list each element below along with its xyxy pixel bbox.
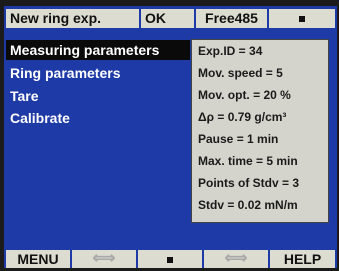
left-right-arrow-icon: ⟺ (92, 250, 116, 267)
stop-softkey[interactable] (138, 250, 202, 268)
param-mov-speed: Mov. speed = 5 (198, 66, 283, 80)
menu-item-calibrate[interactable]: Calibrate (10, 108, 70, 128)
menu-item-ring-parameters[interactable]: Ring parameters (10, 63, 120, 83)
top-status-bar: New ring exp. OK Free485 (4, 6, 337, 30)
softkey-bar: MENU ⟺ ⟺ HELP (4, 250, 337, 268)
device-screen: New ring exp. OK Free485 Measuring param… (4, 6, 337, 268)
left-right-arrow-icon: ⟺ (224, 250, 248, 267)
parameters-panel: Exp.ID = 34 Mov. speed = 5 Mov. opt. = 2… (191, 39, 329, 223)
indicator-cell (269, 9, 335, 28)
param-exp-id: Exp.ID = 34 (198, 44, 263, 58)
left-softkey[interactable]: ⟺ (72, 250, 136, 268)
param-mov-opt: Mov. opt. = 20 % (198, 88, 291, 102)
square-icon (167, 257, 173, 264)
menu-item-measuring-parameters[interactable]: Measuring parameters (6, 40, 190, 60)
menu-softkey[interactable]: MENU (6, 250, 70, 268)
square-icon (299, 16, 305, 23)
menu-item-tare[interactable]: Tare (10, 86, 39, 106)
help-softkey[interactable]: HELP (270, 250, 335, 268)
status-ok: OK (141, 9, 194, 28)
param-max-time: Max. time = 5 min (198, 154, 298, 168)
param-pause: Pause = 1 min (198, 132, 279, 146)
right-softkey[interactable]: ⟺ (204, 250, 268, 268)
device-name: Free485 (196, 9, 267, 28)
screen-title: New ring exp. (6, 9, 139, 28)
param-points-of-stdv: Points of Stdv = 3 (198, 176, 300, 190)
param-density-difference: Δρ = 0.79 g/cm³ (198, 110, 287, 124)
param-stdv: Stdv = 0.02 mN/m (198, 198, 298, 212)
